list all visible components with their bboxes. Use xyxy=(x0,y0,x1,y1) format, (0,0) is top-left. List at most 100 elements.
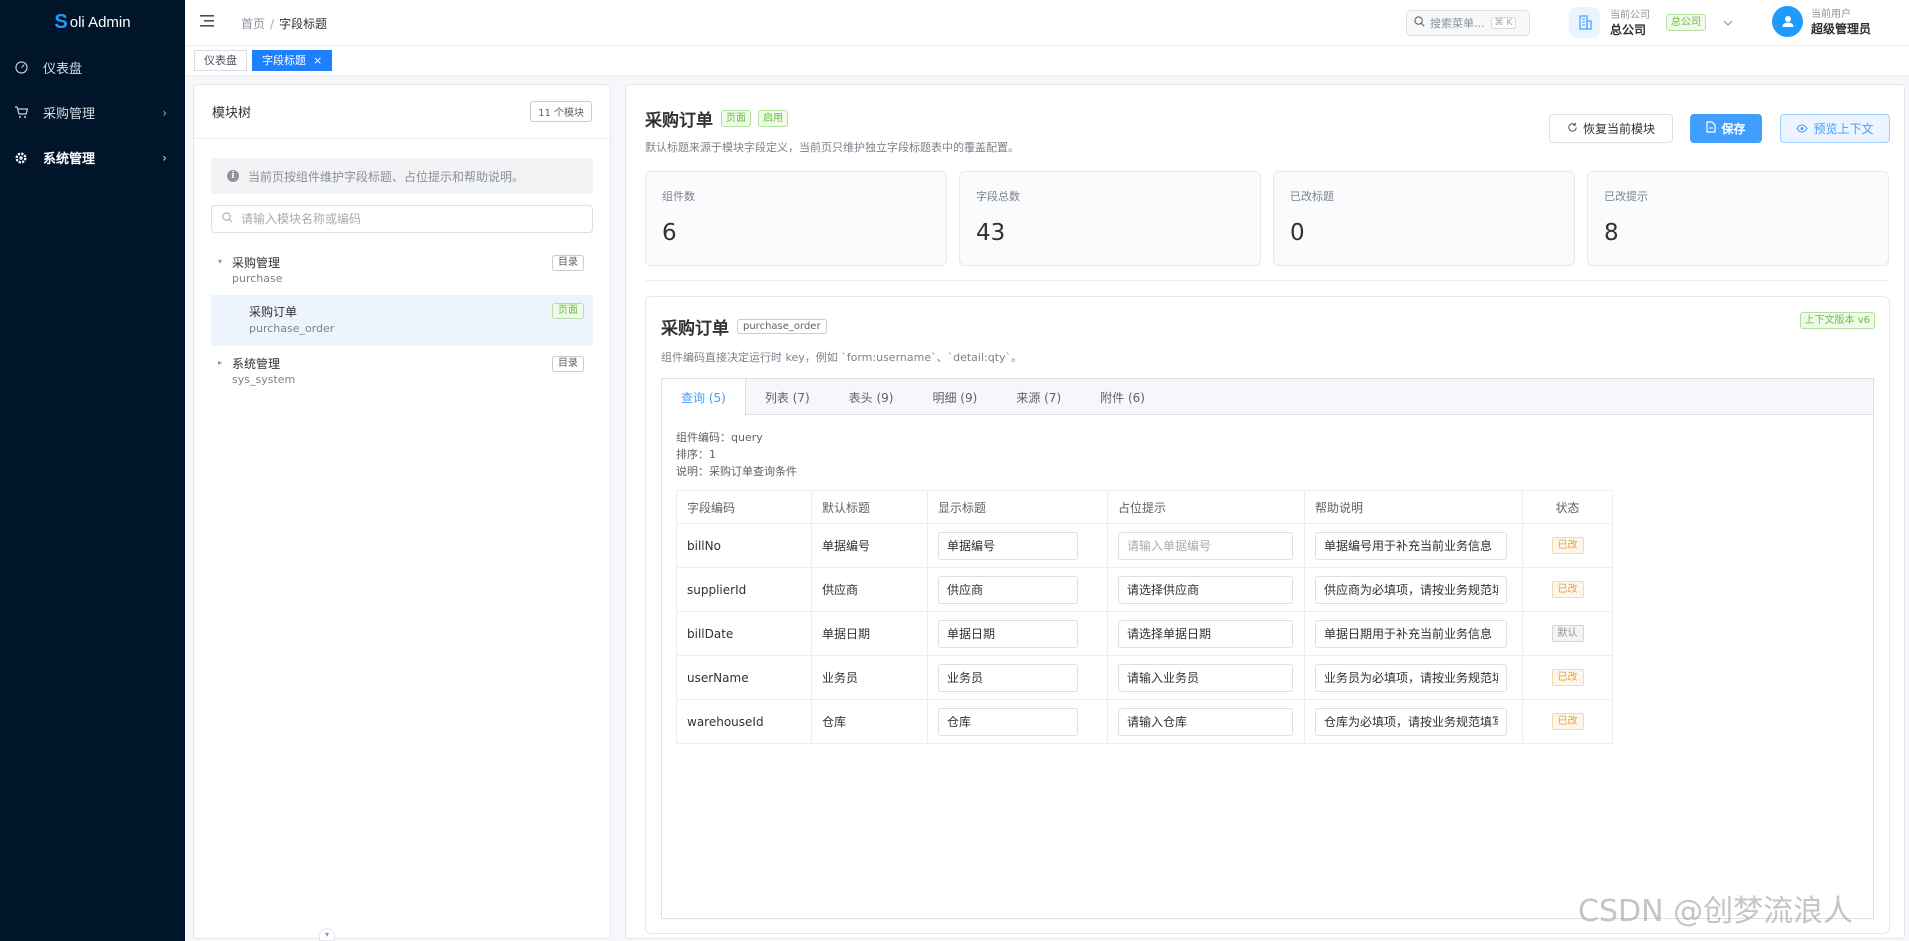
restore-button[interactable]: 恢复当前模块 xyxy=(1549,114,1673,143)
display-title-input[interactable] xyxy=(938,663,1078,692)
eye-icon xyxy=(1796,122,1809,136)
page-tab-dashboard[interactable]: 仪表盘 xyxy=(194,50,247,71)
help-text-input[interactable] xyxy=(1315,575,1507,604)
user-menu[interactable]: 当前用户 超级管理员 xyxy=(1772,5,1871,37)
module-detail-card: 采购订单 purchase_order 组件编码直接决定运行时 key，例如 `… xyxy=(645,296,1890,934)
default-title: 供应商 xyxy=(811,567,928,612)
user-label: 当前用户 xyxy=(1811,9,1851,20)
main-panel: 采购订单 页面 启用 默认标题来源于模块字段定义，当前页只维护独立字段标题表中的… xyxy=(625,84,1905,939)
component-code: 组件编码：query xyxy=(676,431,763,444)
close-icon[interactable]: × xyxy=(313,54,322,67)
dashboard-icon xyxy=(14,61,28,75)
sidebar-item-purchase[interactable]: 采购管理 › xyxy=(0,90,185,135)
menu-toggle-icon[interactable] xyxy=(200,14,216,31)
sidebar: S oli Admin 仪表盘 采购管理 › 系统管理 › xyxy=(0,0,185,941)
help-text-input[interactable] xyxy=(1315,619,1507,648)
component-tabs: 查询 (5) 列表 (7) 表头 (9) 明细 (9) 来源 (7) 附件 (6… xyxy=(661,378,1874,919)
tab-attachment[interactable]: 附件 (6) xyxy=(1081,379,1165,415)
tree-node-purchase-order[interactable]: 采购订单 purchase_order 页面 xyxy=(211,295,593,346)
sidebar-item-label: 系统管理 xyxy=(43,152,96,167)
tree-node-tag: 目录 xyxy=(552,255,584,271)
tab-query[interactable]: 查询 (5) xyxy=(661,379,746,416)
chevron-down-icon[interactable] xyxy=(1723,15,1733,29)
field-code: userName xyxy=(676,655,812,700)
column-header: 显示标题 xyxy=(927,490,1108,524)
tree-node-tag: 页面 xyxy=(552,303,584,319)
sidebar-item-system[interactable]: 系统管理 › xyxy=(0,135,185,180)
tab-header[interactable]: 表头 (9) xyxy=(830,379,914,415)
tree-node-system[interactable]: ▸ 系统管理 sys_system 目录 xyxy=(211,351,593,401)
breadcrumb-home[interactable]: 首页 xyxy=(241,17,265,31)
column-header: 帮助说明 xyxy=(1304,490,1523,524)
table-row: userName 业务员 已改 xyxy=(676,655,1613,700)
default-title: 单据编号 xyxy=(811,523,928,568)
tree-node-code: sys_system xyxy=(232,373,296,386)
status-badge: 已改 xyxy=(1551,669,1584,686)
tree-search-input[interactable] xyxy=(241,212,592,226)
tree-search[interactable] xyxy=(211,205,593,233)
placeholder-input[interactable] xyxy=(1118,663,1293,692)
caret-right-icon[interactable]: ▸ xyxy=(218,358,222,367)
placeholder-input[interactable] xyxy=(1118,707,1293,736)
help-text-input[interactable] xyxy=(1315,531,1507,560)
display-title-input[interactable] xyxy=(938,575,1078,604)
tab-detail[interactable]: 明细 (9) xyxy=(913,379,997,415)
stat-card-changed-titles: 已改标题 0 xyxy=(1273,171,1575,266)
tree-node-name: 采购管理 xyxy=(232,256,281,270)
search-shortcut: ⌘ K xyxy=(1490,17,1517,29)
breadcrumb-current: 字段标题 xyxy=(279,17,328,31)
tree-node-code: purchase xyxy=(232,272,283,285)
context-version-badge: 上下文版本 v6 xyxy=(1799,312,1875,329)
help-text-input[interactable] xyxy=(1315,707,1507,736)
document-icon xyxy=(1706,121,1717,136)
tab-source[interactable]: 来源 (7) xyxy=(997,379,1081,415)
status-badge: 已改 xyxy=(1551,581,1584,598)
tree-node-purchase[interactable]: ▾ 采购管理 purchase 目录 xyxy=(211,250,593,300)
sidebar-item-label: 采购管理 xyxy=(43,107,96,122)
logo-mark: S xyxy=(54,11,68,33)
table-row: billDate 单据日期 默认 xyxy=(676,611,1613,656)
caret-down-icon[interactable]: ▾ xyxy=(218,257,222,266)
page-tab-field-title[interactable]: 字段标题 × xyxy=(252,50,333,71)
display-title-input[interactable] xyxy=(938,619,1078,648)
company-value: 总公司 xyxy=(1610,23,1647,37)
preview-context-button[interactable]: 预览上下文 xyxy=(1780,114,1890,143)
breadcrumb: 首页 / 字段标题 xyxy=(241,17,328,31)
display-title-input[interactable] xyxy=(938,707,1078,736)
company-switcher[interactable]: 当前公司 总公司 xyxy=(1569,6,1650,38)
default-title: 仓库 xyxy=(811,699,928,744)
app-logo[interactable]: S oli Admin xyxy=(0,0,185,45)
info-icon: i xyxy=(227,170,239,182)
menu-search[interactable]: 搜索菜单... ⌘ K xyxy=(1406,10,1530,36)
tree-node-tag: 目录 xyxy=(552,356,584,372)
sidebar-item-dashboard[interactable]: 仪表盘 xyxy=(0,45,185,90)
page-tabs-bar: 仪表盘 字段标题 × xyxy=(185,46,1909,76)
save-button[interactable]: 保存 xyxy=(1690,114,1762,143)
chevron-right-icon: › xyxy=(162,105,167,120)
tree-node-name: 采购订单 xyxy=(249,305,298,319)
collapse-toggle-icon[interactable]: ▾ xyxy=(319,928,335,941)
tab-list[interactable]: 列表 (7) xyxy=(746,379,830,415)
top-header: 首页 / 字段标题 搜索菜单... ⌘ K 当前公司 总公司 总公司 当前用户 超级… xyxy=(185,0,1909,46)
component-order: 排序：1 xyxy=(676,448,716,461)
status-badge: 默认 xyxy=(1551,625,1584,642)
placeholder-input[interactable] xyxy=(1118,531,1293,560)
placeholder-input[interactable] xyxy=(1118,575,1293,604)
avatar xyxy=(1772,5,1803,37)
tree-node-name: 系统管理 xyxy=(232,357,281,371)
company-label: 当前公司 xyxy=(1610,10,1650,21)
search-placeholder: 搜索菜单... xyxy=(1430,17,1485,30)
placeholder-input[interactable] xyxy=(1118,619,1293,648)
component-description: 说明：采购订单查询条件 xyxy=(676,465,797,478)
stat-card-changed-hints: 已改提示 8 xyxy=(1587,171,1889,266)
column-header: 状态 xyxy=(1522,490,1613,524)
search-icon xyxy=(1414,16,1425,30)
gear-icon xyxy=(14,151,28,165)
module-tree-panel: 模块树 11 个模块 i 当前页按组件维护字段标题、占位提示和帮助说明。 ▾ 采… xyxy=(193,84,611,939)
module-code-tag: purchase_order xyxy=(737,319,827,334)
table-row: supplierId 供应商 已改 xyxy=(676,567,1613,612)
display-title-input[interactable] xyxy=(938,531,1078,560)
building-icon xyxy=(1569,6,1600,38)
status-badge: 已改 xyxy=(1551,537,1584,554)
help-text-input[interactable] xyxy=(1315,663,1507,692)
